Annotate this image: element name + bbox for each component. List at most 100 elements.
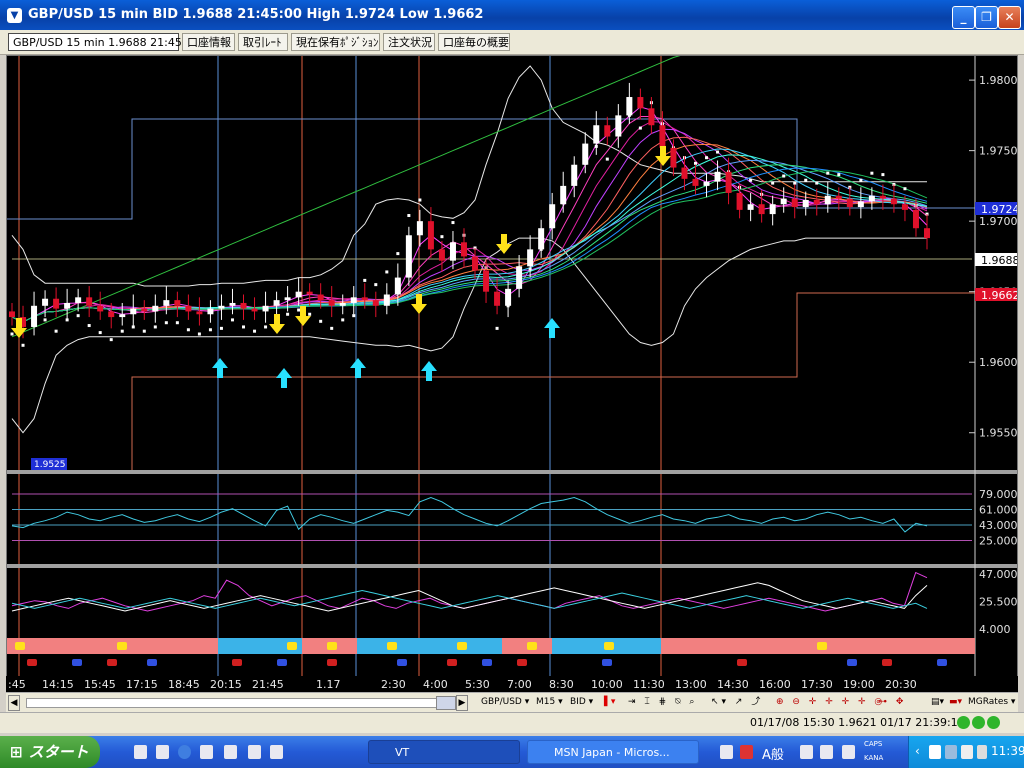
time-label: 8:30 — [549, 678, 574, 691]
start-button[interactable]: ⊞ スタート — [0, 736, 100, 768]
volume-icon[interactable] — [977, 745, 987, 759]
quicklaunch-icon[interactable] — [200, 745, 213, 759]
cursor-tools-icons[interactable]: ↖▾ ↗ ⤴ — [711, 695, 763, 710]
candle-body — [405, 235, 412, 278]
sar-dot — [76, 314, 80, 318]
system-tray: ‹ 11:39 — [908, 736, 1024, 768]
tray-app-icon[interactable] — [720, 745, 733, 759]
layout-tools-icons[interactable]: ⊶ ✥ — [878, 695, 906, 710]
candle-body — [207, 308, 214, 315]
quicklaunch-icon[interactable] — [156, 745, 169, 759]
tray-icon[interactable] — [961, 745, 973, 759]
kana-indicator: KANA — [864, 754, 884, 762]
tray-app-icon[interactable] — [740, 745, 753, 759]
ie-icon[interactable] — [178, 745, 191, 759]
taskbar-item-msn[interactable]: MSN Japan - Micros... — [527, 740, 699, 764]
tab-rates[interactable]: 取引ﾚｰﾄ — [238, 33, 288, 51]
quicklaunch-icon[interactable] — [270, 745, 283, 759]
tab-orders[interactable]: 注文状況 — [383, 33, 435, 51]
start-label: スタート — [28, 743, 89, 761]
oscillator-1 — [11, 493, 972, 541]
scroll-right-icon[interactable]: ▶ — [456, 695, 468, 711]
ime-indicator[interactable]: A般 — [762, 744, 784, 763]
ma-line — [11, 121, 928, 323]
tray-expand-icon[interactable]: ‹ — [915, 744, 920, 758]
price-chart[interactable]: 1.98001.97501.97001.96501.96001.9550 1.9… — [7, 0, 1020, 676]
sar-dot — [131, 325, 135, 329]
symbol-select[interactable]: GBP/USD ▾ — [481, 695, 529, 710]
maximize-button[interactable]: ❐ — [975, 6, 998, 29]
tab-account-summary[interactable]: 口座毎の概要 — [438, 33, 510, 51]
sar-dot — [142, 329, 146, 333]
indicator-icon[interactable]: ▤▾ — [931, 695, 944, 710]
sar-dot — [804, 178, 808, 182]
sar-dot — [286, 312, 290, 316]
candle-body — [427, 221, 434, 250]
candle-body — [835, 195, 842, 199]
pane-separator-2[interactable] — [7, 564, 1017, 568]
candle-body — [549, 204, 556, 229]
osc2-line — [11, 582, 928, 612]
ma-line — [11, 128, 928, 323]
ime-icon[interactable] — [820, 745, 833, 759]
quicklaunch-icon[interactable] — [224, 745, 237, 759]
candle-body — [75, 297, 82, 303]
sar-dot — [881, 173, 885, 177]
pane-separator-1[interactable] — [7, 470, 1017, 474]
signal-band-icon — [527, 642, 537, 650]
candle-body — [372, 300, 379, 306]
down-arrow-icon — [411, 304, 427, 314]
sar-dot — [352, 314, 356, 318]
sar-dot — [175, 321, 179, 325]
candle-body — [868, 195, 875, 202]
candle-body — [273, 300, 280, 306]
ime-icon[interactable] — [800, 745, 813, 759]
help-icon[interactable] — [842, 745, 855, 759]
quicklaunch-icon[interactable] — [248, 745, 261, 759]
up-arrow-icon — [549, 328, 555, 338]
time-label: 14:15 — [42, 678, 74, 691]
time-label: :45 — [8, 678, 26, 691]
candle-body — [912, 209, 919, 229]
zoom-tools-icons[interactable]: ⊕ ⊖ ✛ ✛ ✛ ✛ ◎ — [776, 695, 885, 710]
title-bar: ▼ GBP/USD 15 min BID 1.9688 21:45:00 Hig… — [0, 0, 1024, 30]
tab-positions[interactable]: 現在保有ﾎﾟｼﾞｼｮﾝ — [291, 33, 380, 51]
clock[interactable]: 11:39 — [991, 744, 1024, 758]
draw-tools-icons[interactable]: ⇥ ⌶ ⋕ ⍉ ⌕ — [628, 695, 697, 710]
sar-dot — [374, 283, 378, 287]
status-bar: 01/17/08 15:30 1.9621 01/17 21:39:14 — [0, 712, 1024, 733]
horizontal-scrollbar[interactable] — [26, 698, 448, 708]
up-arrow-icon — [544, 318, 560, 328]
sar-dot — [319, 319, 323, 323]
tray-icon[interactable] — [929, 745, 941, 759]
broker-select[interactable]: MGRates ▾ — [968, 695, 1015, 710]
taskbar-item-vt[interactable]: VT — [368, 740, 520, 764]
tab-chart[interactable]: GBP/USD 15 min 1.9688 21:45:00 — [8, 33, 200, 51]
signal-band — [7, 638, 975, 666]
sar-dot — [870, 171, 874, 175]
ma-line — [11, 164, 928, 323]
signal-icon — [602, 659, 612, 666]
price-type-select[interactable]: BID ▾ — [570, 695, 593, 710]
chart-area[interactable]: 1.98001.97501.97001.96501.96001.9550 1.9… — [6, 0, 1020, 677]
connection-icon — [987, 716, 1000, 729]
sar-dot — [859, 178, 863, 182]
time-label: 21:45 — [252, 678, 284, 691]
app-icon[interactable]: ▼ — [7, 8, 22, 23]
ma-line — [11, 106, 928, 323]
minimize-button[interactable]: _ — [952, 6, 975, 29]
scroll-left-icon[interactable]: ◀ — [8, 695, 20, 711]
sar-dot — [638, 126, 642, 130]
order-icon[interactable]: ▬▾ — [949, 695, 962, 710]
timeframe-select[interactable]: M15 ▾ — [536, 695, 563, 710]
quicklaunch-icon[interactable] — [134, 745, 147, 759]
scroll-thumb[interactable] — [436, 696, 456, 710]
candle-type-icon[interactable]: ▌▾ — [604, 695, 615, 710]
tab-account-info[interactable]: 口座情報 — [182, 33, 235, 51]
close-button[interactable]: ✕ — [998, 6, 1021, 29]
candle-body — [163, 300, 170, 306]
candles — [9, 82, 930, 339]
signal-band-icon — [327, 642, 337, 650]
sar-dot — [749, 178, 753, 182]
tray-icon[interactable] — [945, 745, 957, 759]
